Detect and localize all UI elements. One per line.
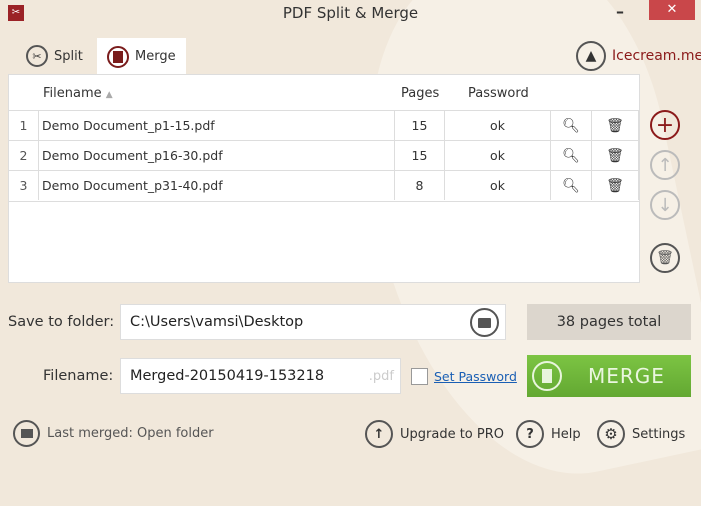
minimize-button[interactable]: – [605,2,635,21]
preview-icon[interactable]: 🔍︎ [550,111,591,140]
save-folder-label: Save to folder: [8,314,115,330]
preview-icon[interactable]: 🔍︎ [550,141,591,170]
merge-button[interactable]: MERGE [527,355,691,397]
row-pages: 15 [394,111,444,140]
tab-split[interactable]: ✂ Split [16,38,93,74]
column-header-pages[interactable]: Pages [401,86,439,101]
table-row[interactable]: 2 Demo Document_p16-30.pdf 15 ok 🔍︎ 🗑 [9,140,639,170]
save-folder-input[interactable]: C:\Users\vamsi\Desktop [120,304,506,340]
merge-pages-icon [532,361,562,391]
extension-label: .pdf [368,368,394,384]
tab-merge-label: Merge [135,49,176,64]
column-header-filename[interactable]: Filename ▲ [43,86,113,101]
tab-merge[interactable]: Merge [97,38,186,75]
set-password-checkbox[interactable] [411,368,428,385]
row-filename[interactable]: Demo Document_p1-15.pdf [38,111,394,140]
column-header-password[interactable]: Password [468,86,529,101]
row-password[interactable]: ok [444,111,550,140]
arrow-up-icon: ↑ [365,420,393,448]
upgrade-button[interactable]: ↑ Upgrade to PRO [365,420,504,448]
gear-icon: ⚙ [597,420,625,448]
scissors-icon: ✂ [26,45,48,67]
table-row[interactable]: 1 Demo Document_p1-15.pdf 15 ok 🔍︎ 🗑 [9,110,639,140]
move-up-button[interactable]: ↑ [650,150,680,180]
merge-icon [107,45,129,68]
row-password[interactable]: ok [444,141,550,170]
preview-icon[interactable]: 🔍︎ [550,171,591,200]
row-pages: 15 [394,141,444,170]
filename-label: Filename: [43,368,114,384]
close-button[interactable]: ✕ [649,0,695,20]
help-icon: ? [516,420,544,448]
clear-list-button[interactable]: 🗑 [650,243,680,273]
set-password-link[interactable]: Set Password [434,369,517,384]
folder-icon [13,420,40,447]
last-merged-link[interactable]: Last merged: Open folder [13,420,214,447]
add-file-button[interactable]: + [650,110,680,140]
icecream-logo-icon: ▲ [576,41,606,71]
icecream-link[interactable]: ▲ Icecream.me [576,41,701,71]
trash-icon[interactable]: 🗑 [591,111,639,140]
file-table: Filename ▲ Pages Password 1 Demo Documen… [8,74,640,283]
table-row[interactable]: 3 Demo Document_p31-40.pdf 8 ok 🔍︎ 🗑 [9,170,639,200]
merge-button-label: MERGE [588,364,665,388]
folder-icon [478,317,491,328]
brand-label: Icecream.me [612,48,701,64]
trash-icon[interactable]: 🗑 [591,141,639,170]
row-filename[interactable]: Demo Document_p16-30.pdf [38,141,394,170]
help-button[interactable]: ? Help [516,420,581,448]
settings-button[interactable]: ⚙ Settings [597,420,685,448]
browse-folder-button[interactable] [470,308,499,337]
row-password[interactable]: ok [444,171,550,200]
row-number: 1 [19,118,28,133]
window-title: PDF Split & Merge [282,4,419,22]
row-filename[interactable]: Demo Document_p31-40.pdf [38,171,394,200]
sort-asc-icon: ▲ [105,90,113,100]
trash-icon[interactable]: 🗑 [591,171,639,200]
pages-total: 38 pages total [527,304,691,340]
move-down-button[interactable]: ↓ [650,190,680,220]
row-pages: 8 [394,171,444,200]
row-number: 3 [19,178,28,193]
row-number: 2 [19,148,28,163]
tab-split-label: Split [54,48,83,64]
filename-input[interactable]: Merged-20150419-153218 .pdf [120,358,401,394]
